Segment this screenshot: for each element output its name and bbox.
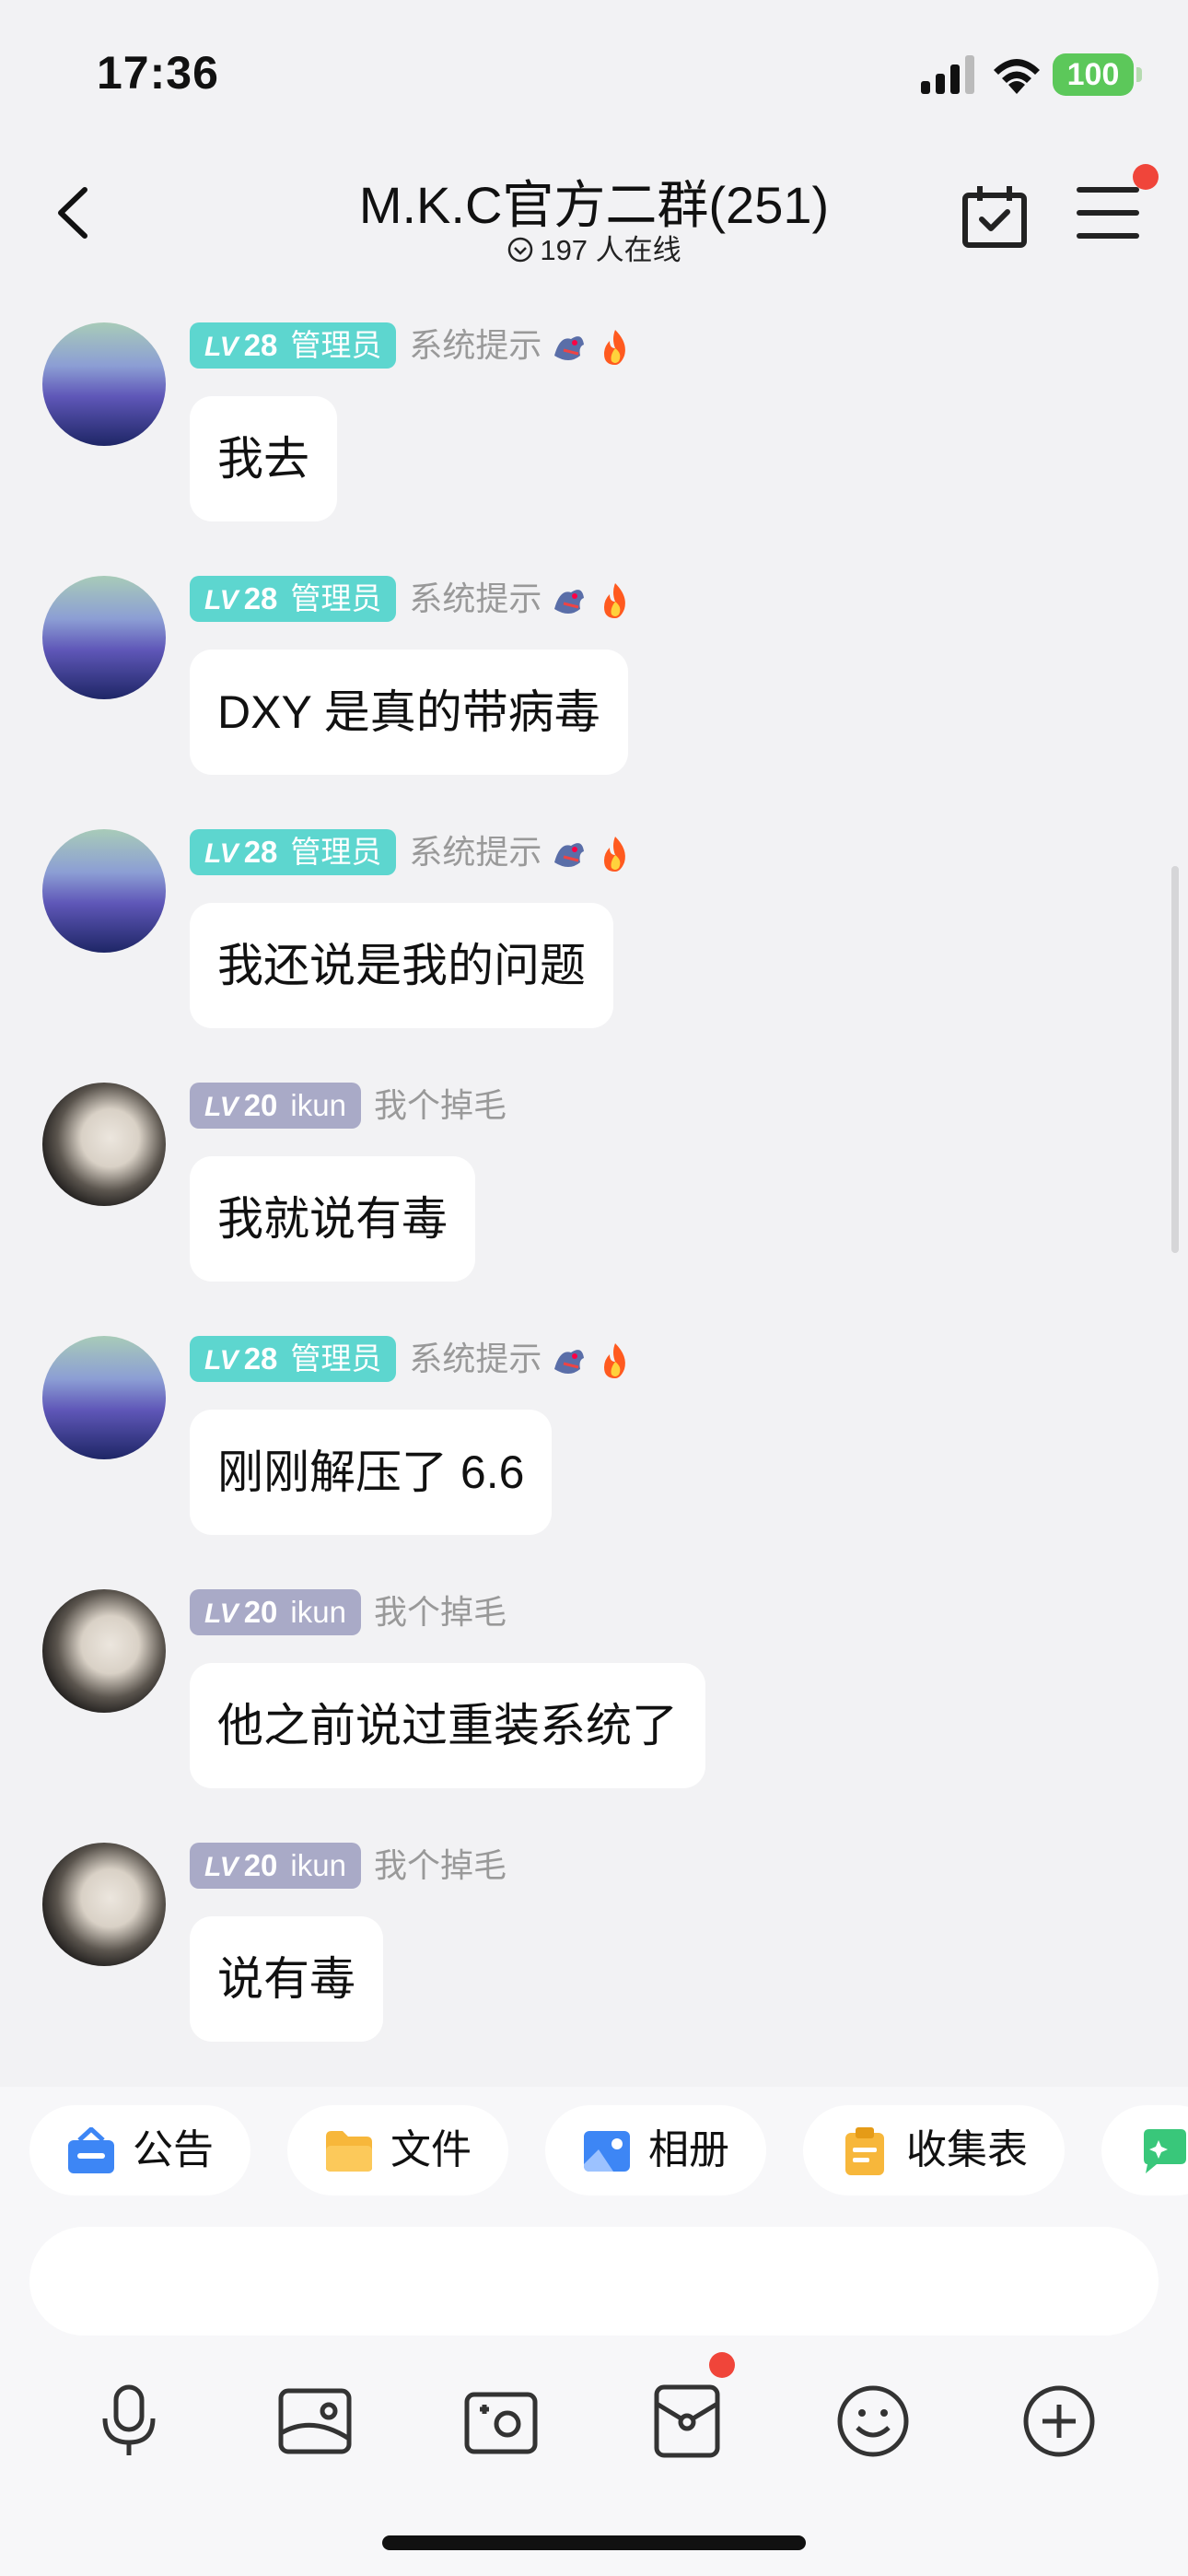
- avatar[interactable]: [42, 1083, 166, 1206]
- scrollbar[interactable]: [1171, 866, 1179, 1253]
- message-item: LV 28 管理员 系统提示 DXY 是真的带病毒: [0, 530, 1188, 779]
- level-badge: LV 20 ikun: [190, 1083, 361, 1129]
- input-panel: 公告 文件 相册 收集表: [0, 2087, 1188, 2576]
- camera-icon[interactable]: [461, 2382, 541, 2461]
- message-bubble[interactable]: 我还说是我的问题: [190, 903, 613, 1028]
- input-toolbar: [0, 2363, 1188, 2483]
- level-badge: LV 20 ikun: [190, 1589, 361, 1635]
- album-icon: [584, 2131, 630, 2172]
- quick-actions-row[interactable]: 公告 文件 相册 收集表: [0, 2105, 1188, 2197]
- level-badge: LV 28 管理员: [190, 322, 397, 369]
- chat-header: M.K.C官方二群(251) 197 人在线: [0, 138, 1188, 276]
- message-item: LV 28 管理员 系统提示 我还说是我的问题: [0, 783, 1188, 1032]
- calendar-check-icon[interactable]: [961, 184, 1028, 249]
- fire-icon: [604, 583, 626, 618]
- dragon-icon: [554, 843, 585, 867]
- quick-action-form[interactable]: 收集表: [803, 2105, 1065, 2195]
- message-input[interactable]: [29, 2227, 1159, 2336]
- sender-name[interactable]: 系统提示: [409, 829, 542, 875]
- notification-dot: [1133, 164, 1159, 190]
- quick-action-more[interactable]: [1101, 2105, 1188, 2195]
- avatar[interactable]: [42, 829, 166, 953]
- microphone-icon[interactable]: [89, 2382, 169, 2461]
- chevron-circle-icon: [508, 237, 533, 263]
- sender-name[interactable]: 我个掉毛: [374, 1589, 507, 1635]
- battery-tip: [1136, 67, 1142, 82]
- sender-name[interactable]: 系统提示: [409, 322, 542, 369]
- level-badge: LV 28 管理员: [190, 1336, 397, 1382]
- menu-icon[interactable]: [1076, 184, 1140, 241]
- message-bubble[interactable]: 他之前说过重装系统了: [190, 1663, 705, 1788]
- message-item: LV 20 ikun 我个掉毛 我就说有毒: [0, 1036, 1188, 1285]
- sender-meta: LV 20 ikun 我个掉毛: [190, 1589, 507, 1635]
- message-item: LV 28 管理员 系统提示 刚刚解压了 6.6: [0, 1290, 1188, 1539]
- sender-name[interactable]: 系统提示: [409, 1336, 542, 1382]
- online-count-text: 197 人在线: [540, 234, 681, 266]
- folder-icon: [326, 2131, 372, 2172]
- avatar[interactable]: [42, 1336, 166, 1459]
- sender-name[interactable]: 我个掉毛: [374, 1083, 507, 1129]
- chat-sparkle-icon: [1144, 2129, 1186, 2173]
- cellular-signal-icon: [921, 55, 974, 94]
- quick-action-album[interactable]: 相册: [545, 2105, 766, 2195]
- avatar[interactable]: [42, 576, 166, 699]
- status-time: 17:36: [97, 47, 219, 99]
- message-item: LV 20 ikun 我个掉毛 说有毒: [0, 1797, 1188, 2045]
- fire-icon: [604, 1343, 626, 1378]
- message-bubble[interactable]: DXY 是真的带病毒: [190, 650, 628, 775]
- announcement-icon: [68, 2127, 114, 2173]
- battery-level: 100: [1053, 53, 1134, 96]
- emoji-icon[interactable]: [833, 2382, 913, 2461]
- dragon-icon: [554, 1350, 585, 1374]
- plus-icon[interactable]: [1019, 2382, 1099, 2461]
- sender-meta: LV 20 ikun 我个掉毛: [190, 1083, 507, 1129]
- clipboard-icon: [845, 2127, 884, 2175]
- dragon-icon: [554, 336, 585, 360]
- red-packet-notification-dot: [709, 2352, 735, 2378]
- fire-icon: [604, 837, 626, 872]
- sender-meta: LV 28 管理员 系统提示: [190, 829, 634, 875]
- image-icon[interactable]: [275, 2382, 355, 2461]
- message-list[interactable]: LV 28 管理员 系统提示 我去 LV 28 管理员 系统提示 DXY 是真的带病毒 LV…: [0, 276, 1188, 2082]
- dragon-icon: [554, 590, 585, 614]
- avatar[interactable]: [42, 1843, 166, 1966]
- message-bubble[interactable]: 我去: [190, 396, 337, 521]
- status-bar: 17:36 100: [0, 0, 1188, 138]
- quick-action-files[interactable]: 文件: [287, 2105, 508, 2195]
- quick-action-label: 相册: [648, 2127, 729, 2172]
- avatar[interactable]: [42, 1589, 166, 1713]
- fire-icon: [604, 330, 626, 365]
- sender-meta: LV 28 管理员 系统提示: [190, 322, 634, 369]
- message-bubble[interactable]: 我就说有毒: [190, 1156, 475, 1282]
- wifi-icon: [994, 59, 1040, 94]
- quick-action-label: 收集表: [906, 2127, 1028, 2172]
- quick-action-label: 公告: [133, 2127, 214, 2172]
- red-packet-icon[interactable]: [647, 2382, 727, 2461]
- sender-meta: LV 20 ikun 我个掉毛: [190, 1843, 507, 1889]
- level-badge: LV 20 ikun: [190, 1843, 361, 1889]
- message-item: LV 28 管理员 系统提示 我去: [0, 276, 1188, 525]
- sender-meta: LV 28 管理员 系统提示: [190, 1336, 634, 1382]
- sender-name[interactable]: 系统提示: [409, 576, 542, 622]
- level-badge: LV 28 管理员: [190, 829, 397, 875]
- avatar[interactable]: [42, 322, 166, 446]
- sender-meta: LV 28 管理员 系统提示: [190, 576, 634, 622]
- message-bubble[interactable]: 说有毒: [190, 1916, 383, 2042]
- quick-action-label: 文件: [390, 2127, 472, 2172]
- message-item: LV 20 ikun 我个掉毛 他之前说过重装系统了: [0, 1543, 1188, 1792]
- quick-action-announcement[interactable]: 公告: [29, 2105, 250, 2195]
- level-badge: LV 28 管理员: [190, 576, 397, 622]
- home-indicator[interactable]: [382, 2535, 806, 2550]
- message-bubble[interactable]: 刚刚解压了 6.6: [190, 1410, 553, 1535]
- sender-name[interactable]: 我个掉毛: [374, 1843, 507, 1889]
